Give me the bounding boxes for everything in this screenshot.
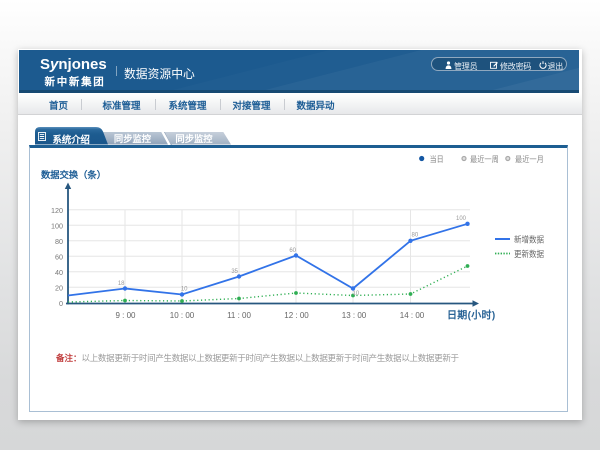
svg-text:10: 10 xyxy=(181,287,188,293)
svg-text:数据交换（条）: 数据交换（条） xyxy=(41,169,106,180)
svg-text:更新数据: 更新数据 xyxy=(514,249,544,259)
svg-text:9 : 00: 9 : 00 xyxy=(115,311,136,320)
svg-text:18: 18 xyxy=(118,281,125,287)
svg-text:60: 60 xyxy=(55,252,63,261)
svg-text:80: 80 xyxy=(412,233,419,239)
svg-text:当日: 当日 xyxy=(430,154,444,164)
svg-text:40: 40 xyxy=(55,268,63,277)
svg-text:100: 100 xyxy=(456,216,467,222)
svg-text:11 : 00: 11 : 00 xyxy=(227,311,251,320)
svg-text:20: 20 xyxy=(55,283,63,292)
svg-text:80: 80 xyxy=(55,237,63,246)
svg-text:日期(小时): 日期(小时) xyxy=(447,309,495,322)
svg-text:35: 35 xyxy=(231,269,238,275)
svg-text:13 : 00: 13 : 00 xyxy=(342,311,367,320)
svg-text:10 : 00: 10 : 00 xyxy=(170,311,195,320)
svg-text:0: 0 xyxy=(59,299,63,308)
svg-text:最近一周: 最近一周 xyxy=(470,154,499,164)
svg-text:120: 120 xyxy=(51,206,63,215)
svg-text:最近一月: 最近一月 xyxy=(515,154,544,164)
svg-text:100: 100 xyxy=(51,221,63,230)
svg-text:新增数据: 新增数据 xyxy=(514,234,544,244)
svg-text:14 : 00: 14 : 00 xyxy=(400,311,425,320)
svg-text:60: 60 xyxy=(289,248,296,254)
svg-text:12 : 00: 12 : 00 xyxy=(284,311,309,320)
svg-text:10: 10 xyxy=(353,291,360,297)
